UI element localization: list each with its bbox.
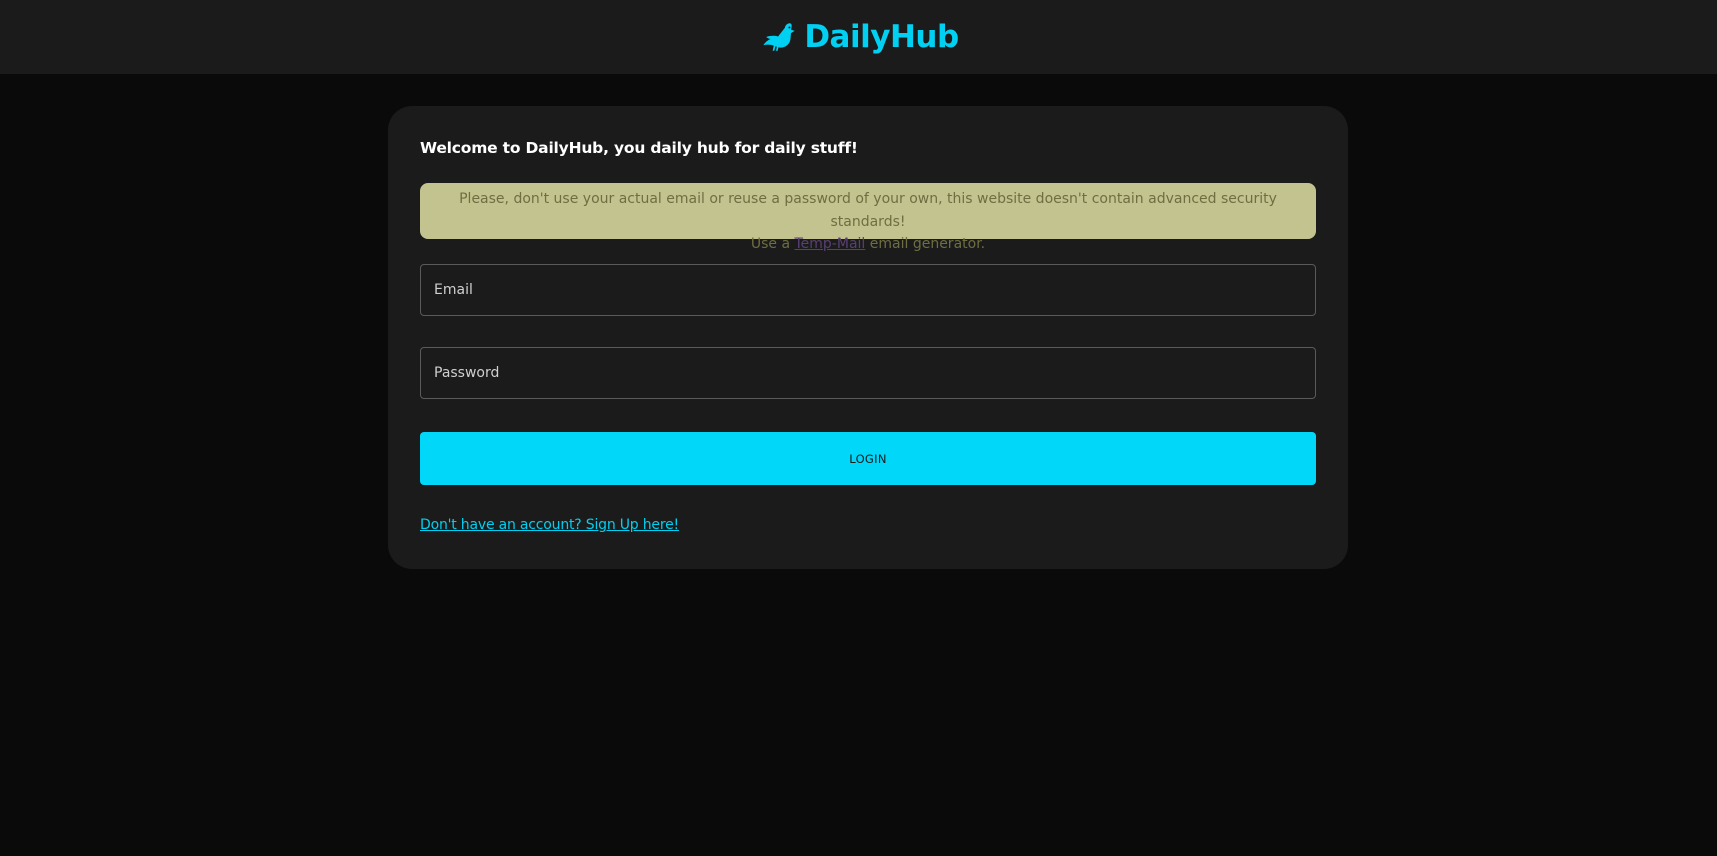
password-field[interactable] — [420, 347, 1316, 399]
notice-line-2-suffix: email generator. — [865, 236, 986, 252]
security-notice: Please, don't use your actual email or r… — [420, 183, 1316, 252]
brand-logo[interactable]: DailyHub — [760, 18, 959, 56]
bird-icon — [763, 23, 796, 51]
notice-line-2: Use a Temp-Mail email generator. — [420, 233, 1316, 256]
top-header: DailyHub — [0, 0, 1717, 74]
login-button[interactable]: LOGIN — [420, 432, 1316, 485]
brand-name: DailyHub — [804, 19, 959, 55]
login-card: Welcome to DailyHub, you daily hub for d… — [388, 106, 1348, 569]
temp-mail-link[interactable]: Temp-Mail — [795, 236, 866, 252]
welcome-heading: Welcome to DailyHub, you daily hub for d… — [420, 139, 858, 157]
signup-link[interactable]: Don't have an account? Sign Up here! — [420, 517, 679, 533]
notice-line-2-prefix: Use a — [750, 236, 795, 252]
email-field[interactable] — [420, 264, 1316, 316]
notice-line-1: Please, don't use your actual email or r… — [459, 191, 1277, 230]
